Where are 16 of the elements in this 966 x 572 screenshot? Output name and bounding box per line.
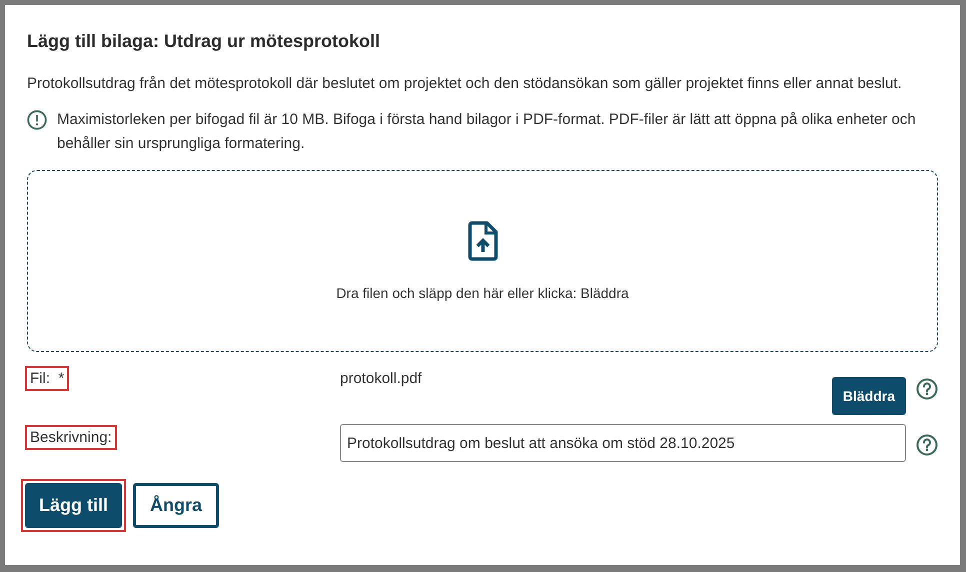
field-label: Fil: * (27, 368, 68, 389)
file-name: protokoll.pdf (340, 370, 422, 387)
description-text: Protokollsutdrag från det mötesprotokoll där beslutet om projektet och den stödansökan som gäller projektet finns eller annat beslut. (27, 74, 903, 94)
dialog-title: Lägg till bilaga: Utdrag ur mötesprotokoll (27, 31, 382, 52)
browse-button[interactable]: Bläddra (832, 377, 906, 415)
file-drop-zone[interactable]: Dra filen och släpp den här eller klicka: Bläddra (27, 170, 938, 352)
description-field[interactable]: Protokollsutdrag om beslut att ansöka om stöd 28.10.2025 (340, 424, 906, 462)
help-icon[interactable] (916, 434, 938, 456)
field-label: Beskrivning: (27, 427, 115, 448)
info-icon (27, 110, 47, 130)
drop-zone-text: Dra filen och släpp den här eller klicka: Bläddra (336, 285, 629, 301)
notice-text: Maximistorleken per bifogad fil är 10 MB. Bifoga i första hand bilagor i PDF-format. PDF-filer är lätt att öppna på olika enheter och behåller sin ursprungliga formatering. (57, 110, 917, 154)
help-icon[interactable] (916, 378, 938, 400)
file-upload-icon (466, 221, 498, 261)
add-button[interactable]: Lägg till (25, 483, 122, 528)
cancel-button[interactable]: Ångra (133, 483, 220, 528)
